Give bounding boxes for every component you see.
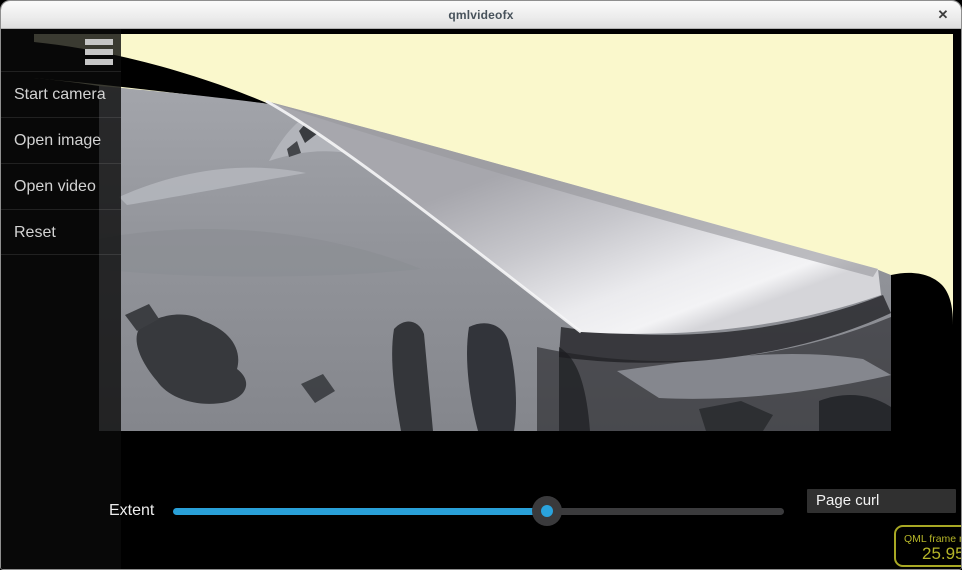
slider-track-filled[interactable] <box>173 508 547 515</box>
close-icon[interactable]: ✕ <box>935 7 951 23</box>
sidebar: Start camera Open image Open video Reset <box>1 29 121 570</box>
menu-icon-bar <box>85 59 113 65</box>
fps-badge: QML frame r... 25.95 <box>894 525 962 567</box>
titlebar: qmlvideofx ✕ <box>1 1 961 29</box>
slider-handle[interactable] <box>532 496 562 526</box>
sidebar-item-open-video[interactable]: Open video <box>1 163 121 209</box>
window-title: qmlvideofx <box>1 8 961 22</box>
extent-slider-label: Extent <box>109 502 154 520</box>
sidebar-item-reset[interactable]: Reset <box>1 209 121 255</box>
fps-badge-value: 25.95 <box>922 544 962 564</box>
sidebar-item-open-image[interactable]: Open image <box>1 117 121 163</box>
sidebar-menu: Start camera Open image Open video Reset <box>1 71 121 255</box>
menu-icon-bar <box>85 49 113 55</box>
app-window: qmlvideofx ✕ <box>0 0 962 570</box>
main-area: Start camera Open image Open video Reset… <box>1 29 961 570</box>
sidebar-item-start-camera[interactable]: Start camera <box>1 71 121 117</box>
menu-icon[interactable] <box>85 39 113 67</box>
menu-icon-bar <box>85 39 113 45</box>
extent-slider[interactable] <box>173 493 784 525</box>
effect-selector-button[interactable]: Page curl <box>807 489 956 513</box>
slider-track-rest[interactable] <box>547 508 784 515</box>
slider-handle-dot <box>541 505 553 517</box>
